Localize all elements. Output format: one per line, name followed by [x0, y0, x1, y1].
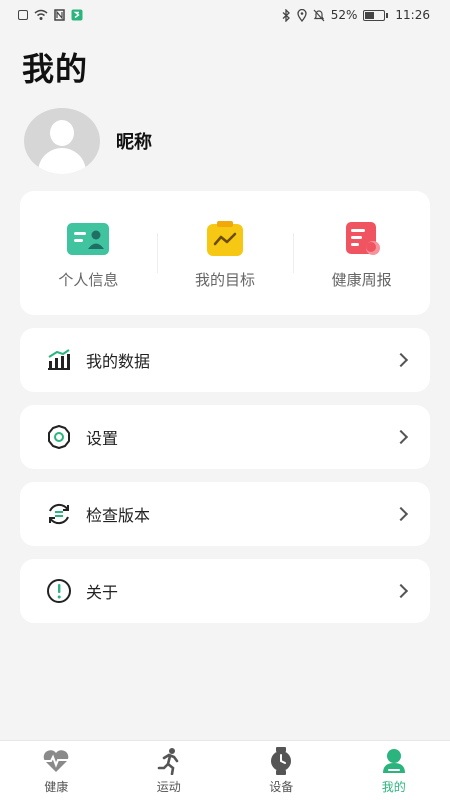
location-icon: [297, 8, 307, 22]
quick-action-health-weekly[interactable]: 健康周报: [293, 191, 430, 315]
menu-label: 检查版本: [86, 506, 151, 525]
tab-device[interactable]: 设备: [225, 741, 338, 800]
clock: 11:26: [395, 8, 430, 22]
menu-my-data[interactable]: 我的数据: [20, 328, 430, 392]
quick-action-label: 个人信息: [58, 271, 119, 289]
mute-bell-icon: [313, 9, 325, 21]
about-icon: [46, 578, 72, 604]
chevron-right-icon: [393, 583, 409, 599]
wifi-icon: [34, 9, 48, 20]
battery-icon: [363, 9, 389, 21]
menu-label: 关于: [86, 583, 119, 602]
tab-label: 健康: [44, 780, 69, 794]
battery-percent: 52%: [330, 8, 358, 22]
quick-action-personal-info[interactable]: 个人信息: [20, 191, 157, 315]
watch-icon: [267, 747, 295, 775]
tab-health[interactable]: 健康: [0, 741, 113, 800]
settings-icon: [46, 424, 72, 450]
quick-action-label: 健康周报: [331, 271, 392, 289]
sim-icon: [18, 10, 28, 20]
menu-label: 我的数据: [86, 352, 151, 371]
tab-sports[interactable]: 运动: [113, 741, 226, 800]
menu-check-version[interactable]: 检查版本: [20, 482, 430, 546]
quick-action-label: 我的目标: [195, 271, 256, 289]
avatar[interactable]: [24, 108, 100, 174]
check-version-icon: [46, 501, 72, 527]
tab-mine[interactable]: 我的: [338, 741, 450, 800]
quick-actions-card: 个人信息 我的目标 健康周报: [20, 191, 430, 315]
tab-label: 设备: [269, 780, 294, 794]
weekly-report-icon: [340, 221, 384, 257]
tab-label: 我的: [381, 780, 406, 794]
chevron-right-icon: [393, 506, 409, 522]
runner-icon: [155, 747, 183, 775]
user-icon: [380, 747, 408, 775]
menu-label: 设置: [86, 429, 119, 448]
bluetooth-icon: [282, 8, 290, 22]
heart-pulse-icon: [42, 747, 70, 775]
profile-card-icon: [66, 221, 110, 257]
menu-settings[interactable]: 设置: [20, 405, 430, 469]
menu-about[interactable]: 关于: [20, 559, 430, 623]
chevron-right-icon: [393, 429, 409, 445]
data-chart-icon: [46, 347, 72, 373]
quick-action-my-goal[interactable]: 我的目标: [156, 191, 294, 315]
bottom-tab-bar: 健康 运动 设备 我的: [0, 740, 450, 800]
goal-clipboard-icon: [203, 221, 247, 257]
page-title: 我的: [22, 50, 89, 88]
tab-label: 运动: [156, 780, 181, 794]
chevron-right-icon: [393, 352, 409, 368]
nfc-icon: [54, 9, 65, 21]
nickname[interactable]: 昵称: [116, 128, 152, 154]
status-bar: 52% 11:26: [0, 0, 450, 30]
app-notification-icon: [71, 9, 83, 21]
profile-header[interactable]: 昵称: [24, 108, 152, 174]
